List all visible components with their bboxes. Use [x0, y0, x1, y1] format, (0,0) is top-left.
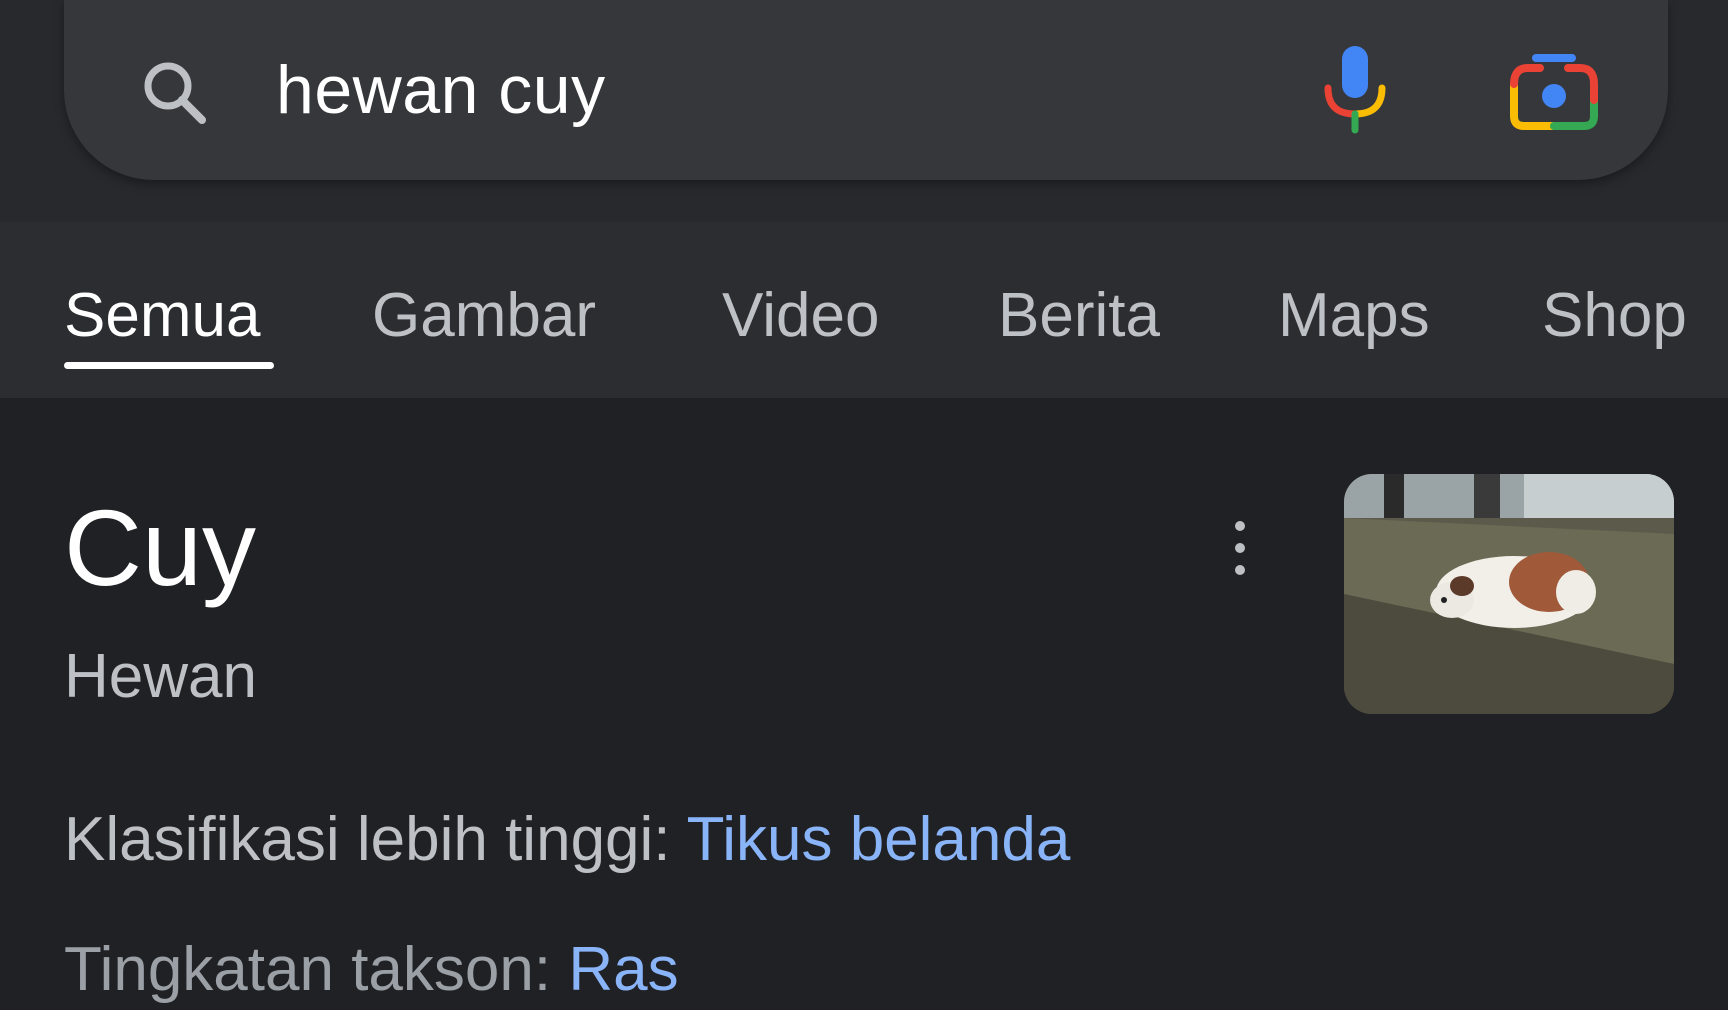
fact-higher-classification: Klasifikasi lebih tinggi: Tikus belanda	[64, 800, 1070, 880]
fact-link-tikus-belanda[interactable]: Tikus belanda	[687, 805, 1071, 874]
guinea-pig-image[interactable]	[1344, 474, 1674, 714]
tab-berita[interactable]: Berita	[998, 276, 1160, 356]
microphone-icon[interactable]	[1318, 44, 1392, 134]
tab-video[interactable]: Video	[722, 276, 879, 356]
more-options-icon[interactable]	[1220, 516, 1260, 580]
tab-maps[interactable]: Maps	[1278, 276, 1430, 356]
entity-title: Cuy	[64, 487, 257, 608]
tab-shopping[interactable]: Shop	[1542, 276, 1687, 356]
camera-lens-icon[interactable]	[1506, 44, 1602, 134]
entity-subtitle: Hewan	[64, 642, 257, 711]
tab-semua[interactable]: Semua	[64, 276, 260, 356]
active-tab-indicator	[64, 362, 274, 369]
search-input[interactable]: hewan cuy	[276, 50, 606, 130]
tab-gambar[interactable]: Gambar	[372, 276, 596, 356]
fact-taxon-rank: Tingkatan takson: Ras	[64, 930, 679, 1010]
fact-label: Tingkatan takson:	[64, 935, 552, 1004]
fact-label: Klasifikasi lebih tinggi:	[64, 805, 671, 874]
fact-link-ras[interactable]: Ras	[568, 935, 678, 1004]
search-icon[interactable]	[136, 54, 216, 134]
